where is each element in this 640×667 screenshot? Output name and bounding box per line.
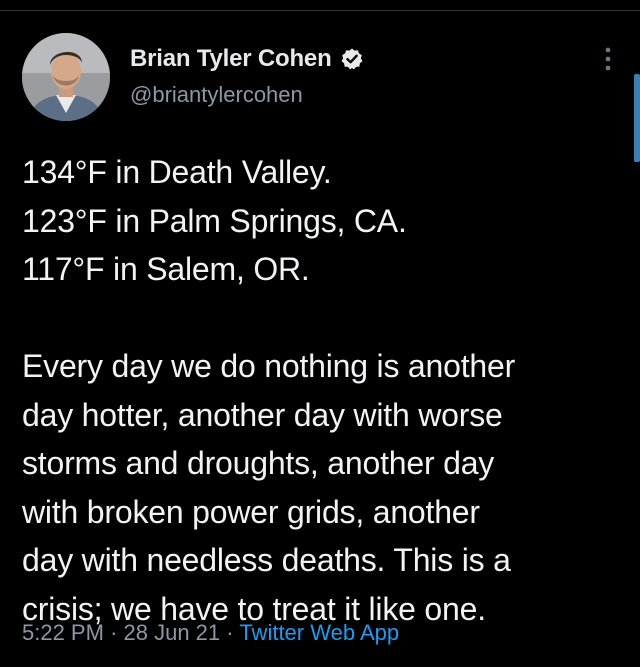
avatar-image [22, 33, 110, 121]
tweet-line: 117°F in Salem, OR. [22, 251, 310, 287]
tweet-text: 134°F in Death Valley. 123°F in Palm Spr… [22, 148, 622, 633]
tweet-line: day hotter, another day with worse [22, 396, 503, 433]
tweet-line: storms and droughts, another day [22, 445, 495, 481]
author-name-row: Brian Tyler Cohen [130, 44, 364, 74]
tweet-date[interactable]: 28 Jun 21 [124, 620, 221, 645]
tweet-source-link[interactable]: Twitter Web App [239, 620, 399, 645]
verified-badge-icon [340, 47, 364, 71]
tweet-line: 134°F in Death Valley. [22, 154, 332, 190]
tweet-line: Every day we do nothing is another [22, 348, 516, 384]
top-divider [0, 10, 640, 11]
tweet-line: day with needless deaths. This is a [22, 542, 511, 578]
meta-separator: · [110, 620, 118, 645]
scrollbar[interactable] [634, 74, 640, 162]
tweet-line: 123°F in Palm Springs, CA. [22, 202, 407, 239]
author-handle[interactable]: @briantylercohen [130, 82, 364, 108]
tweet-time[interactable]: 5:22 PM [22, 620, 104, 645]
tweet-line: with broken power grids, another [22, 493, 480, 530]
tweet-author: Brian Tyler Cohen @briantylercohen [130, 44, 364, 108]
more-vertical-icon[interactable] [604, 46, 612, 72]
tweet-meta: 5:22 PM · 28 Jun 21 · Twitter Web App [22, 620, 399, 646]
author-name[interactable]: Brian Tyler Cohen [130, 45, 332, 73]
avatar[interactable] [22, 33, 110, 121]
meta-separator: · [226, 620, 234, 645]
